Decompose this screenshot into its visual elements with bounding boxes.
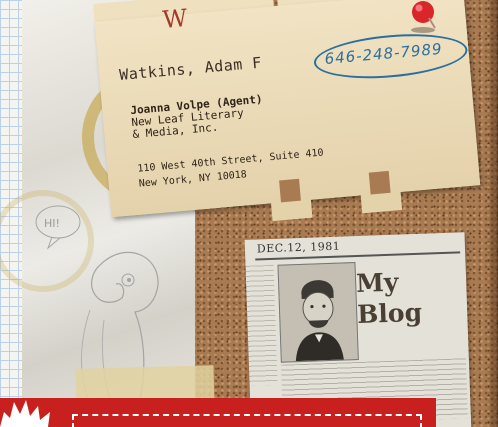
card-notch <box>368 170 391 195</box>
scene: HI! DEC.12, 1981 My Blog W Watkins, Adam… <box>0 0 498 427</box>
rolodex-card[interactable]: W Watkins, Adam F 646-248-7989 Joanna Vo… <box>93 0 482 235</box>
headline-line2: Blog <box>356 297 423 330</box>
banner-dashed-box[interactable] <box>72 414 422 427</box>
speech-bubble-text: HI! <box>44 217 60 230</box>
newspaper-headline[interactable]: My Blog <box>356 266 423 330</box>
card-notch <box>279 178 301 203</box>
newspaper-column-left <box>245 264 278 386</box>
cork-edge-shadow <box>486 0 498 427</box>
headline-line1: My <box>355 267 399 299</box>
card-index-letter: W <box>161 3 189 34</box>
newspaper-date: DEC.12, 1981 <box>256 239 341 256</box>
starburst-icon <box>0 400 50 427</box>
lincoln-caricature-icon <box>277 262 359 363</box>
pushpin-icon <box>411 1 436 33</box>
